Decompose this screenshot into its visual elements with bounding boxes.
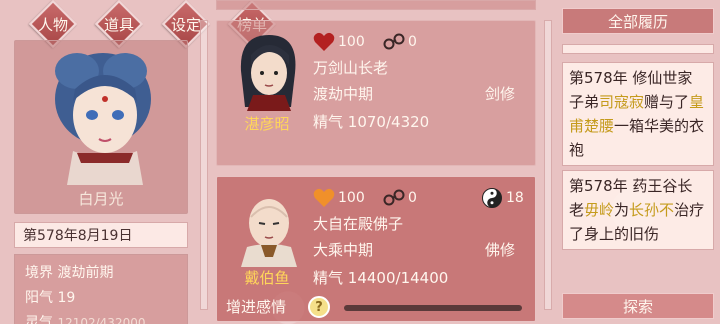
event-text: 为: [614, 201, 630, 219]
affection-stat: 100: [313, 187, 365, 209]
list-scrollbar-left[interactable]: [200, 20, 208, 310]
stat-spirit-value: 12102/432000: [57, 316, 146, 324]
affection-label: 增进感情: [226, 298, 287, 316]
handcuffs-icon: [383, 189, 405, 206]
bond-stat: 0: [383, 187, 417, 209]
stat-spirit: 灵气 12102/432000: [25, 311, 177, 324]
explore-button[interactable]: 探索: [562, 293, 714, 319]
karma-stat: 18: [481, 187, 524, 209]
bond-value: 0: [408, 190, 417, 206]
character-realm: 大乘中期: [313, 241, 374, 259]
player-stats-panel: 境界 渡劫前期 阳气 19 灵气 12102/432000: [14, 254, 188, 324]
character-title: 万剑山长老: [313, 59, 389, 77]
event-name: 毋岭: [584, 201, 615, 219]
heart-icon: [313, 32, 335, 51]
help-icon[interactable]: ?: [308, 296, 330, 318]
essence-label: 精气: [313, 269, 344, 287]
stat-realm-label: 境界: [25, 265, 53, 281]
history-previous-edge: [562, 44, 714, 54]
history-event: 第578年 修仙世家子弟司寇寂赠与了皇甫楚腰一箱华美的衣袍: [562, 62, 714, 166]
bond-stat: 0: [383, 31, 417, 53]
essence-value: 1070/4320: [347, 113, 430, 131]
character-name: 戴伯鱼: [244, 269, 290, 287]
character-path: 剑修: [484, 85, 515, 103]
event-name: 司寇寂: [599, 93, 645, 111]
affection-value: 100: [338, 190, 365, 206]
karma-value: 18: [506, 190, 524, 206]
event-name: 长孙不: [629, 201, 675, 219]
character-realm: 渡劫中期: [313, 85, 374, 103]
history-event: 第578年 药王谷长老毋岭为长孙不治疗了身上的旧伤: [562, 170, 714, 250]
yin-yang-icon: [482, 188, 502, 208]
stat-realm: 境界 渡劫前期: [25, 261, 177, 286]
bond-value: 0: [408, 34, 417, 50]
character-avatar: [240, 35, 296, 111]
essence-value: 14400/14400: [347, 269, 449, 287]
player-portrait: [55, 53, 151, 185]
essence-label: 精气: [313, 113, 344, 131]
affection-slider[interactable]: [344, 305, 522, 311]
character-essence: 精气 14400/14400: [313, 267, 448, 288]
history-header[interactable]: 全部履历: [562, 8, 714, 34]
character-path: 佛修: [484, 241, 515, 259]
character-avatar: [241, 199, 297, 267]
character-name: 湛彦昭: [244, 115, 290, 133]
game-date: 第578年8月19日: [14, 222, 188, 248]
event-text: 赠与了: [644, 93, 690, 111]
stat-spirit-label: 灵气: [25, 315, 53, 324]
heart-icon: [313, 188, 335, 207]
stat-yang-label: 阳气: [25, 290, 53, 306]
list-scrollbar-right[interactable]: [544, 20, 552, 310]
handcuffs-icon: [383, 33, 405, 50]
character-title: 大自在殿佛子: [313, 215, 404, 233]
affection-stat: 100: [313, 31, 365, 53]
list-top-edge: [216, 0, 536, 10]
stat-realm-value: 渡劫前期: [57, 265, 114, 281]
affection-value: 100: [338, 34, 365, 50]
character-essence: 精气 1070/4320: [313, 111, 429, 132]
stat-yang: 阳气 19: [25, 286, 177, 311]
player-name: 白月光: [78, 189, 124, 208]
character-card[interactable]: 湛彦昭 100 0 万剑山长老 渡劫中期 剑修 精气 1070/4320: [216, 20, 536, 166]
stat-yang-value: 19: [57, 290, 76, 306]
